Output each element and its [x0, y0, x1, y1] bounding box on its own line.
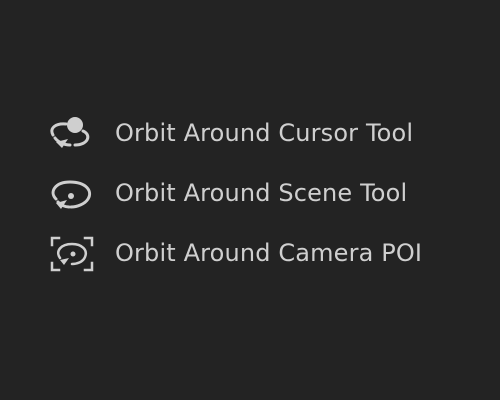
- tool-label: Orbit Around Cursor Tool: [115, 119, 414, 147]
- orbit-tools-menu: Orbit Around Cursor Tool Orbit Around Sc…: [46, 104, 476, 284]
- orbit-around-camera-poi-icon: [46, 234, 98, 274]
- orbit-around-scene-icon: [46, 174, 98, 214]
- tool-label: Orbit Around Scene Tool: [115, 179, 408, 207]
- tool-label: Orbit Around Camera POI: [115, 239, 423, 267]
- orbit-around-camera-poi-tool-item[interactable]: Orbit Around Camera POI: [46, 224, 476, 284]
- orbit-around-cursor-tool-item[interactable]: Orbit Around Cursor Tool: [46, 104, 476, 164]
- orbit-around-scene-tool-item[interactable]: Orbit Around Scene Tool: [46, 164, 476, 224]
- orbit-around-cursor-icon: [46, 114, 98, 154]
